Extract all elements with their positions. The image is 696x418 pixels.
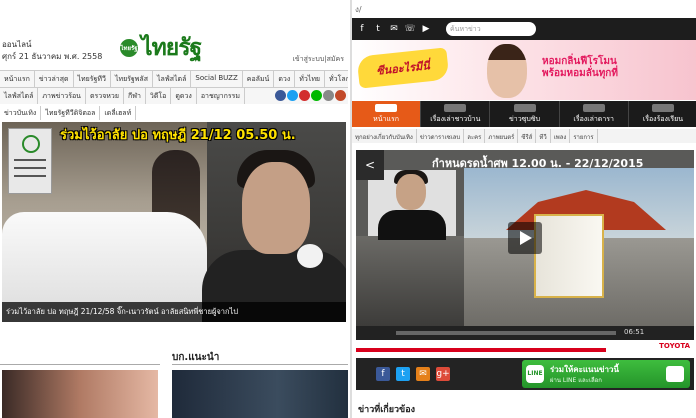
article-thumbnail[interactable]	[172, 370, 348, 418]
line-rate-button[interactable]: LINE ร่วมให้คะแนนข่าวนี้ ผ่าน LINE และเล…	[522, 360, 690, 388]
submenu-item[interactable]: ละคร	[464, 129, 486, 143]
nav-item[interactable]: Social BUZZ	[191, 71, 243, 87]
search-input[interactable]: ค้นหาข่าว	[446, 22, 536, 36]
toolbar-social-icon[interactable]: ☏	[404, 23, 416, 35]
qr-icon	[666, 366, 684, 382]
nav-item[interactable]: ข่าวบันเทิง	[0, 106, 42, 120]
social-icon[interactable]	[299, 90, 310, 101]
toolbar-social-icon[interactable]: ▶	[420, 23, 432, 35]
sub-menu: ทุกอย่างเกี่ยวกับบันเทิง ข่าวดาราเซเลบ ละค…	[352, 129, 696, 143]
toolbar-social-icon[interactable]: ✉	[388, 23, 400, 35]
share-icon[interactable]: <	[356, 150, 384, 180]
video-coffin	[534, 214, 604, 298]
social-icon[interactable]	[323, 90, 334, 101]
hero-portrait-frame	[8, 128, 52, 194]
video-progress-bar[interactable]	[396, 331, 616, 335]
nav-item[interactable]: วิดีโอ	[146, 88, 172, 104]
header-date: ศุกร์ 21 ธันวาคม พ.ศ. 2558	[2, 52, 103, 61]
submenu-item[interactable]: รายการ	[570, 129, 598, 143]
toolbar-social-icon[interactable]: t	[372, 23, 384, 35]
section-divider	[0, 364, 160, 365]
social-icon[interactable]	[311, 90, 322, 101]
logo-text: ไทยรัฐ	[141, 34, 202, 61]
submenu-item[interactable]: ทุกอย่างเกี่ยวกับบันเทิง	[352, 129, 417, 143]
nav-item[interactable]: ข่าวล่าสุด	[35, 71, 74, 87]
logo-badge-icon: ไทยรัฐ	[120, 39, 138, 57]
share-button-icon[interactable]: g+	[436, 367, 450, 381]
social-icon[interactable]	[287, 90, 298, 101]
social-icons	[275, 90, 346, 101]
section-divider	[172, 364, 348, 365]
share-button-icon[interactable]: f	[376, 367, 390, 381]
promo-line: พร้อมหอมลั่นทุกที่	[542, 68, 618, 79]
nav-item[interactable]: ตรวจหวย	[86, 88, 124, 104]
menu-item[interactable]: เรื่องเล่าชาวบ้าน	[421, 101, 491, 127]
share-bar: LINE ร่วมให้คะแนนข่าวนี้ ผ่าน LINE และเล…	[356, 358, 694, 390]
login-link[interactable]: เข้าสู่ระบบ|สมัคร	[293, 54, 344, 65]
submenu-item[interactable]: ซีรีส์	[518, 129, 537, 143]
nav-item[interactable]: อาชญากรรม	[197, 88, 245, 104]
promo-line: หอมกลิ่นฟีโรโมน	[542, 56, 617, 67]
thairath-header: ออนไลน์ ศุกร์ 21 ธันวาคม พ.ศ. 2558 ไทยรั…	[0, 0, 348, 70]
line-logo-icon: LINE	[526, 365, 544, 383]
submenu-item[interactable]: ทีวี	[536, 129, 551, 143]
video-crowd-photo	[356, 236, 464, 326]
video-time: 06:51	[624, 328, 645, 336]
nav-item[interactable]: ดูดวง	[171, 88, 197, 104]
ad-strip[interactable]: TOYOTA	[356, 342, 694, 356]
nav-item[interactable]: ไทยรัฐทีวีดิจิตอล	[41, 106, 101, 120]
video-controls[interactable]: 06:51	[356, 326, 694, 340]
nav-item[interactable]: คอลัมน์	[243, 71, 275, 87]
line-subtitle: ผ่าน LINE และเลือก	[550, 377, 602, 384]
menu-item[interactable]: เรื่องร้องเรียน	[629, 101, 696, 127]
nav-item[interactable]: กีฬา	[124, 88, 146, 104]
menu-item[interactable]: หน้าแรก	[352, 101, 422, 127]
hero-title: ร่วมไว้อาลัย ปอ ทฤษฎี 21/12 05.50 น.	[60, 128, 296, 143]
toolbar-social-icon[interactable]: f	[356, 23, 368, 35]
nav-item[interactable]: หน้าแรก	[0, 71, 35, 87]
nav-item[interactable]: ไทยรัฐพลัส	[111, 71, 153, 87]
hero-image[interactable]: ร่วมไว้อาลัย ปอ ทฤษฎี 21/12 05.50 น.	[2, 122, 346, 322]
nav-item[interactable]: ไลฟ์สไตล์	[153, 71, 192, 87]
thairath-logo[interactable]: ไทยรัฐ ไทยรัฐ	[120, 30, 202, 66]
nav-item[interactable]: ทั่วโลก	[325, 71, 348, 87]
social-icon[interactable]	[275, 90, 286, 101]
nav-item[interactable]: ไทยรัฐทีวี	[74, 71, 111, 87]
entertainment-site-screenshot: ง/ ค้นหาข่าว f t ✉ ☏ ▶ ซีนอะไรมีนี่ หอมกลิ่น…	[350, 0, 696, 418]
submenu-item[interactable]: เพลง	[551, 129, 571, 143]
share-button-icon[interactable]: t	[396, 367, 410, 381]
tertiary-nav: ข่าวบันเทิง ไทยรัฐทีวีดิจิตอล เดลี่เฮลท์	[0, 106, 220, 120]
banner-promo-text: หอมกลิ่นฟีโรโมน พร้อมหอมลั่นทุกที่	[542, 56, 618, 80]
nav-item[interactable]: ภาพข่าวร้อน	[38, 88, 86, 104]
banner-model-photo	[487, 44, 527, 98]
social-icon[interactable]	[335, 90, 346, 101]
ad-brand: TOYOTA	[659, 342, 690, 350]
hero-caption[interactable]: ร่วมไว้อาลัย ปอ ทฤษฎี 21/12/58 จิ๊ก-เนาว…	[2, 302, 346, 322]
main-menu: หน้าแรก เรื่องเล่าชาวบ้าน ข่าวซุบซิบ เรื่อง…	[352, 101, 696, 127]
nav-item[interactable]: ทั่วไทย	[295, 71, 326, 87]
site-logo[interactable]: ซีนอะไรมีนี่	[356, 47, 450, 89]
hero-room-photo	[2, 122, 207, 322]
share-button-icon[interactable]: ✉	[416, 367, 430, 381]
play-icon[interactable]	[508, 222, 542, 254]
video-title: กำหนดรดน้ำศพ 12.00 น. - 22/12/2015	[432, 157, 644, 170]
menu-item[interactable]: ข่าวซุบซิบ	[490, 101, 560, 127]
article-thumbnail[interactable]	[2, 370, 158, 418]
submenu-item[interactable]: ภาพยนตร์	[485, 129, 519, 143]
hero-portrait-photo	[202, 122, 346, 322]
url-fragment: ง/	[352, 0, 696, 18]
submenu-item[interactable]: ข่าวดาราเซเลบ	[417, 129, 465, 143]
nav-item[interactable]: เดลี่เฮลท์	[100, 106, 137, 120]
menu-item[interactable]: เรื่องเล่าดารา	[560, 101, 629, 127]
thairath-screenshot: ออนไลน์ ศุกร์ 21 ธันวาคม พ.ศ. 2558 ไทยรั…	[0, 0, 348, 418]
related-news-heading: ข่าวที่เกี่ยวข้อง	[358, 405, 415, 415]
header-banner[interactable]: ซีนอะไรมีนี่ หอมกลิ่นฟีโรโมน พร้อมหอมลั่…	[352, 40, 696, 100]
main-nav: หน้าแรก ข่าวล่าสุด ไทยรัฐทีวี ไทยรัฐพลัส ไลฟ…	[0, 70, 348, 88]
nav-item[interactable]: ดวง	[274, 71, 296, 87]
top-toolbar: ค้นหาข่าว f t ✉ ☏ ▶	[352, 18, 696, 40]
nav-item[interactable]: ไลฟ์สไตล์	[0, 88, 39, 104]
section-heading-editor-pick: บก.แนะนำ	[172, 352, 220, 363]
video-player[interactable]: < กำหนดรดน้ำศพ 12.00 น. - 22/12/2015 06:…	[356, 150, 694, 340]
flower-icon	[297, 244, 323, 268]
